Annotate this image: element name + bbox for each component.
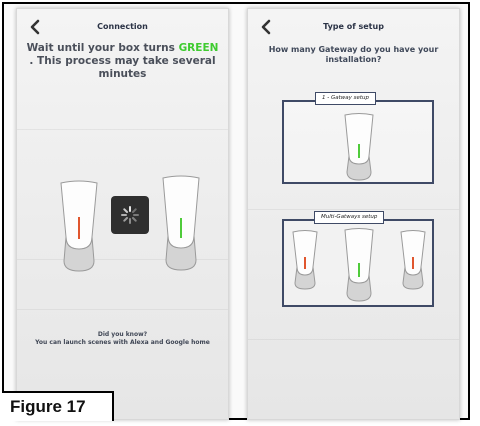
status-led-orange [412,257,414,269]
gateway-device-green [344,113,374,181]
wait-message: Wait until your box turns GREEN . This p… [25,42,220,81]
gateway-device-green [344,228,374,302]
status-led-green [358,144,360,158]
multi-gateway-option[interactable] [282,219,434,307]
setup-question: How many Gateway do you have your instal… [268,45,439,64]
figure-caption-text: Figure 17 [10,397,86,416]
screen-title: Connection [97,22,148,31]
single-gateway-option[interactable] [282,100,434,184]
screen-title: Type of setup [323,22,384,31]
gateway-device-orange [60,180,98,272]
figure-caption: Figure 17 [2,391,114,421]
single-gateway-label: 1 - Gatway setup [315,92,377,105]
loading-spinner-icon [121,206,139,224]
status-led-green [358,263,360,277]
connection-screen: Connection Wait until your box turns GRE… [16,8,229,420]
green-highlight: GREEN [178,42,219,54]
multi-gateway-label: Multi-Gatways setup [314,211,385,224]
did-you-know: Did you know? You can launch scenes with… [17,331,228,347]
message-text-cont: . This process may take several minutes [29,55,216,80]
did-you-know-title: Did you know? [97,331,148,338]
status-led-orange [78,217,80,239]
status-led-green [180,218,182,238]
gateway-device-orange [400,230,426,290]
status-led-orange [304,257,306,269]
gateway-device-green [162,175,200,271]
loading-indicator [111,196,149,234]
message-text: Wait until your box turns [26,42,179,54]
setup-type-screen: Type of setup How many Gateway do you ha… [247,8,460,420]
did-you-know-text: You can launch scenes with Alexa and Goo… [35,339,210,346]
gateway-device-orange [292,230,318,290]
